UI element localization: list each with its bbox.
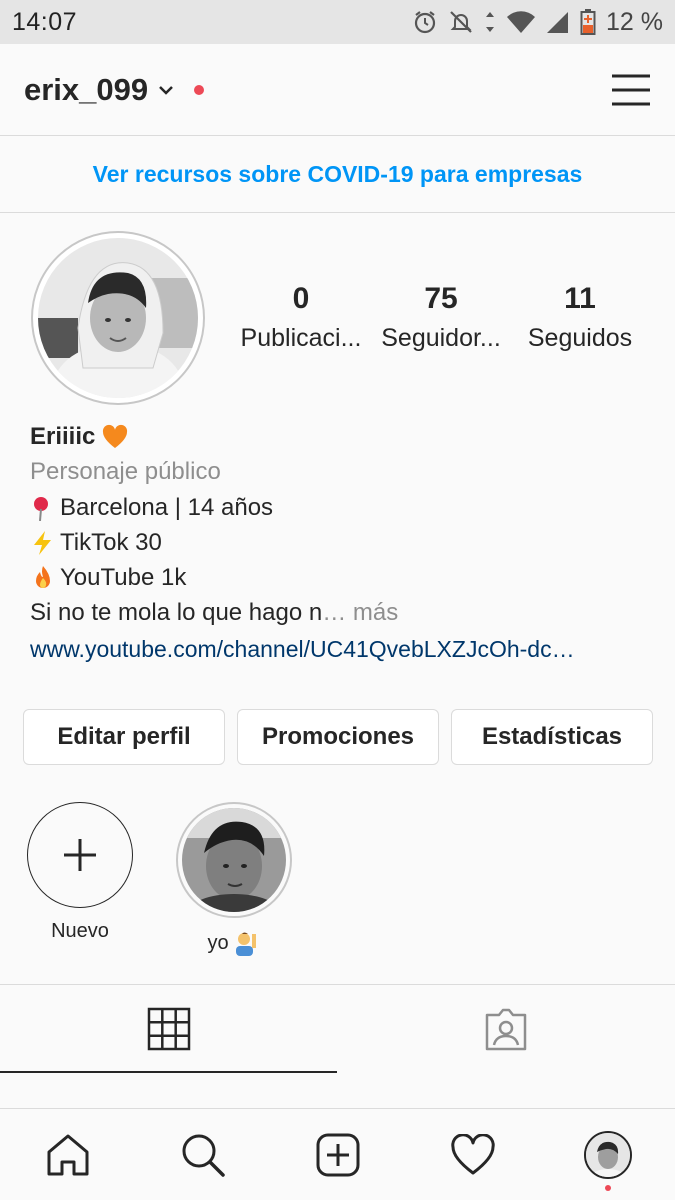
profile-notification-dot [604,1184,611,1191]
stat-following[interactable]: 11 Seguidos [518,282,642,353]
pin-icon [34,496,48,521]
username[interactable]: erix_099 [24,72,148,108]
stat-followers[interactable]: 75 Seguidor... [378,282,504,353]
wifi-icon [507,11,536,33]
bio-tiktok-text: TikTok 30 [60,529,162,556]
bottom-navigation [0,1108,675,1200]
signal-icon [547,12,569,33]
profile-bio: Eriiiic Personaje público Barcelona | 14… [30,420,650,668]
status-icons: 12 % [412,8,663,37]
status-bar: 14:07 12 % [0,0,675,44]
battery-icon [580,9,596,35]
bio-text: Si no te mola lo que hago n [30,599,323,626]
edit-profile-button[interactable]: Editar perfil [23,709,225,765]
bio-line-tiktok: TikTok 30 [30,525,650,560]
data-arrows-icon [486,12,495,32]
orange-heart-icon [103,424,128,448]
covid-resources-link[interactable]: Ver recursos sobre COVID-19 para empresa… [93,161,583,188]
notification-dot [194,84,205,95]
fire-icon [36,565,50,588]
bio-youtube-text: YouTube 1k [60,564,187,591]
add-post-icon [316,1133,359,1176]
insights-button[interactable]: Estadísticas [451,709,653,765]
search-icon [182,1134,225,1177]
chevron-down-icon[interactable] [158,84,174,96]
posts-count: 0 [292,282,310,315]
bio-more-link[interactable]: … más [322,595,398,630]
nav-new-post[interactable] [298,1115,378,1195]
stat-posts[interactable]: 0 Publicaci... [238,282,364,353]
nav-search[interactable] [163,1115,243,1195]
following-label: Seguidos [527,324,633,352]
menu-icon[interactable] [611,74,651,106]
covid-banner[interactable]: Ver recursos sobre COVID-19 para empresa… [0,137,675,213]
posts-label: Publicaci... [240,324,362,352]
highlight-yo[interactable]: yo [174,802,294,956]
tab-tagged[interactable] [337,985,674,1073]
profile-actions: Editar perfil Promociones Estadísticas [23,709,653,765]
highlight-new[interactable]: Nuevo [20,802,140,943]
profile-header: erix_099 [0,44,675,136]
highlight-new-label: Nuevo [51,920,109,942]
new-highlight-circle[interactable] [27,802,133,908]
nav-profile[interactable] [568,1115,648,1195]
yo-highlight-photo [182,808,286,912]
yo-highlight-circle[interactable] [176,802,292,918]
promotions-button[interactable]: Promociones [237,709,439,765]
followers-count: 75 [424,282,458,315]
heart-icon [450,1133,495,1174]
highlight-yo-label: yo [207,931,229,954]
nav-profile-avatar [583,1130,632,1179]
active-tab-indicator [0,1071,337,1073]
alarm-icon [414,11,436,34]
display-name: Eriiiic [30,423,96,450]
profile-category: Personaje público [30,458,221,485]
following-count: 11 [564,282,596,315]
display-name-row: Eriiiic [30,420,650,454]
content-tabs [0,984,675,1074]
grid-icon [147,1007,190,1051]
home-icon [47,1134,88,1175]
bio-line-youtube: YouTube 1k [30,560,650,595]
nav-home[interactable] [28,1115,108,1195]
account-switcher[interactable]: erix_099 [24,72,205,108]
nav-activity[interactable] [433,1115,513,1195]
highlight-yo-label-row: yo [174,930,294,956]
tab-grid[interactable] [0,985,337,1073]
profile-avatar[interactable] [31,231,205,405]
person-raising-hand-icon [235,932,256,956]
mute-icon [450,11,472,33]
bio-line-location: Barcelona | 14 años [30,490,650,525]
tagged-person-icon [485,1008,526,1051]
bio-line-text: Si no te mola lo que hago n … más [30,595,650,630]
battery-percent: 12 % [606,7,663,36]
bio-website-link[interactable]: www.youtube.com/channel/UC41QvebLXZJcOh-… [30,630,650,668]
status-time: 14:07 [12,7,78,36]
plus-icon [64,839,96,871]
followers-label: Seguidor... [381,324,501,352]
lightning-icon [34,530,51,555]
bio-location-text: Barcelona | 14 años [60,494,274,521]
avatar-photo [38,238,198,398]
